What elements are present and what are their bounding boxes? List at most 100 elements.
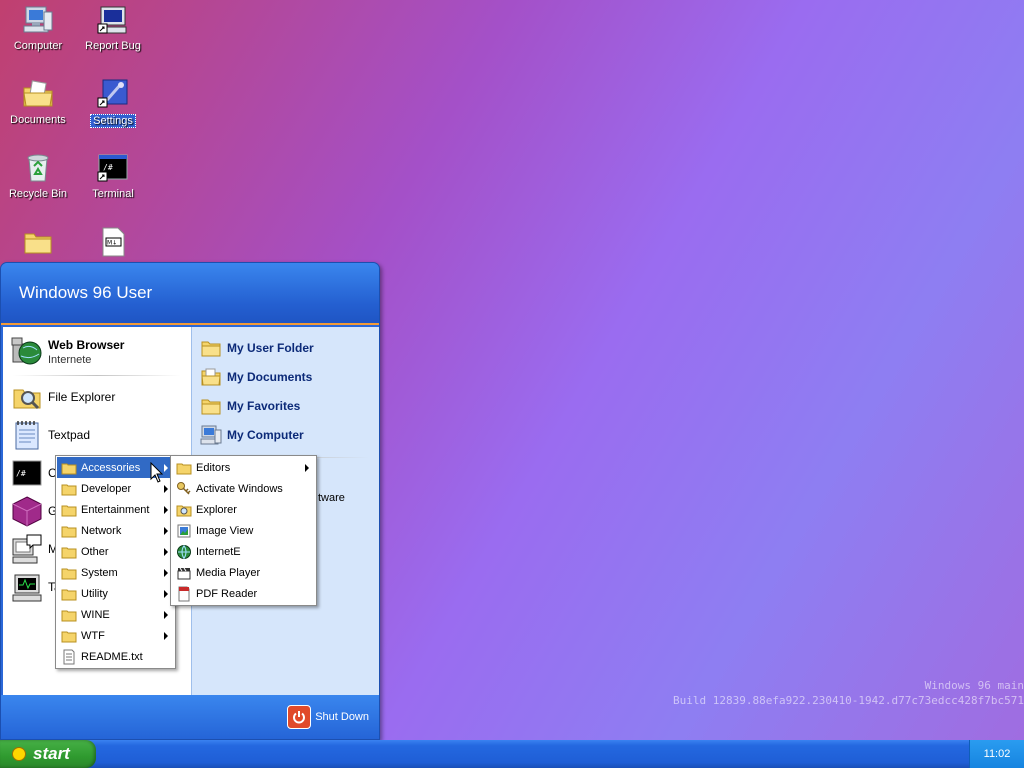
key-icon — [177, 481, 191, 495]
programs-item-wtf[interactable]: WTF — [57, 625, 174, 646]
monitor-icon — [97, 6, 127, 34]
desktop-icon-label: Terminal — [92, 188, 134, 200]
documents-folder-icon — [23, 80, 53, 107]
system-tray: 11:02 — [969, 740, 1024, 768]
submenu-arrow-icon — [164, 506, 168, 514]
programs-item-entertainment[interactable]: Entertainment — [57, 499, 174, 520]
programs-item-label: System — [81, 566, 118, 579]
pdf-icon — [178, 586, 190, 601]
documents-folder-icon — [201, 368, 221, 385]
place-label: My Documents — [227, 369, 313, 384]
task-manager-icon — [12, 574, 42, 602]
desktop-icon-label: Recycle Bin — [8, 188, 68, 200]
computer-icon — [23, 6, 53, 33]
accessories-item-label: Explorer — [196, 503, 237, 516]
folder-icon — [61, 484, 77, 495]
place-label: My User Folder — [227, 340, 314, 355]
accessories-item-label: Image View — [196, 524, 254, 537]
place-my-favorites[interactable]: My Favorites — [192, 391, 379, 420]
programs-item-utility[interactable]: Utility — [57, 583, 174, 604]
submenu-arrow-icon — [305, 464, 309, 472]
place-my-documents[interactable]: My Documents — [192, 362, 379, 391]
start-button[interactable]: start — [0, 740, 96, 768]
markdown-file-icon: M↓ — [102, 227, 125, 257]
globe-icon — [177, 544, 191, 559]
desktop-icon-report-bug[interactable]: Report Bug — [77, 4, 149, 52]
text-file-icon — [63, 649, 75, 664]
notepad-icon — [15, 421, 39, 450]
programs-item-label: Utility — [81, 587, 108, 600]
pinned-file-explorer[interactable]: File Explorer — [3, 378, 191, 416]
folder-icon — [61, 505, 77, 516]
accessories-item-media-player[interactable]: Media Player — [172, 562, 315, 583]
mouse-cursor-icon — [150, 462, 164, 483]
file-explorer-icon — [176, 505, 192, 516]
desktop-icon-label: Report Bug — [85, 40, 141, 52]
terminal-icon: /# — [12, 460, 42, 486]
settings-icon — [97, 79, 128, 108]
svg-text:/#: /# — [103, 163, 113, 172]
programs-item-label: README.txt — [81, 650, 143, 663]
accessories-item-image-view[interactable]: Image View — [172, 520, 315, 541]
submenu-arrow-icon — [164, 611, 168, 619]
programs-item-label: Accessories — [81, 461, 141, 474]
place-my-computer[interactable]: My Computer — [192, 420, 379, 449]
desktop-icon-terminal[interactable]: /# Terminal — [77, 152, 149, 200]
terminal-icon: /# — [97, 154, 128, 182]
desktop-icon-label: Documents — [10, 114, 66, 126]
desktop-icon-computer[interactable]: Computer — [2, 4, 74, 52]
submenu-arrow-icon — [164, 485, 168, 493]
desktop-icon-markdown-file[interactable]: M↓ — [77, 226, 149, 262]
favorites-folder-icon — [201, 399, 221, 414]
pinned-title: File Explorer — [48, 390, 116, 404]
programs-item-label: WTF — [81, 629, 105, 642]
place-partial-label: tware — [318, 492, 345, 504]
pinned-title: Web Browser — [48, 338, 125, 352]
desktop-icon-settings[interactable]: Settings — [77, 78, 149, 128]
programs-item-label: Developer — [81, 482, 132, 495]
web-browser-icon — [11, 337, 42, 365]
place-my-user-folder[interactable]: My User Folder — [192, 333, 379, 362]
accessories-item-pdf-reader[interactable]: PDF Reader — [172, 583, 315, 604]
desktop-icon-label: Settings — [90, 114, 136, 128]
submenu-arrow-icon — [164, 527, 168, 535]
svg-text:/#: /# — [16, 469, 26, 478]
desktop-icon-recycle-bin[interactable]: Recycle Bin — [2, 152, 74, 200]
start-label: start — [33, 744, 70, 763]
folder-icon — [61, 589, 77, 600]
desktop-icon-folder[interactable] — [2, 226, 74, 262]
accessories-item-internete[interactable]: InternetE — [172, 541, 315, 562]
smiley-icon — [12, 747, 26, 761]
desktop-icon-label: Computer — [13, 40, 63, 52]
submenu-arrow-icon — [164, 632, 168, 640]
accessories-item-editors[interactable]: Editors — [172, 457, 315, 478]
programs-item-label: WINE — [81, 608, 110, 621]
taskbar: start 11:02 — [0, 740, 1024, 768]
watermark-line-1: Windows 96 main — [924, 679, 1024, 692]
accessories-item-label: InternetE — [196, 545, 241, 558]
pinned-textpad[interactable]: Textpad — [3, 416, 191, 454]
start-menu-header: Windows 96 User — [1, 263, 379, 325]
pinned-web-browser[interactable]: Web Browser Internete — [3, 331, 191, 373]
clock[interactable]: 11:02 — [984, 748, 1011, 760]
separator — [13, 375, 181, 376]
accessories-item-label: Media Player — [196, 566, 261, 579]
pinned-subtitle: Internete — [48, 354, 92, 366]
programs-item-network[interactable]: Network — [57, 520, 174, 541]
shutdown-label: Shut Down — [315, 711, 369, 723]
programs-item-system[interactable]: System — [57, 562, 174, 583]
programs-item-other[interactable]: Other — [57, 541, 174, 562]
folder-icon — [61, 610, 77, 621]
computer-chat-icon — [12, 534, 42, 564]
submenu-arrow-icon — [164, 590, 168, 598]
accessories-item-explorer[interactable]: Explorer — [172, 499, 315, 520]
desktop-icon-documents[interactable]: Documents — [2, 78, 74, 126]
programs-item-readme[interactable]: README.txt — [57, 646, 174, 667]
shutdown-button[interactable]: Shut Down — [287, 705, 369, 729]
accessories-item-activate-windows[interactable]: Activate Windows — [172, 478, 315, 499]
accessories-menu: Editors Activate Windows Explorer Image … — [170, 455, 317, 606]
svg-text:M↓: M↓ — [107, 240, 117, 247]
accessories-item-label: Editors — [196, 461, 231, 474]
accessories-item-label: Activate Windows — [196, 482, 283, 495]
programs-item-wine[interactable]: WINE — [57, 604, 174, 625]
